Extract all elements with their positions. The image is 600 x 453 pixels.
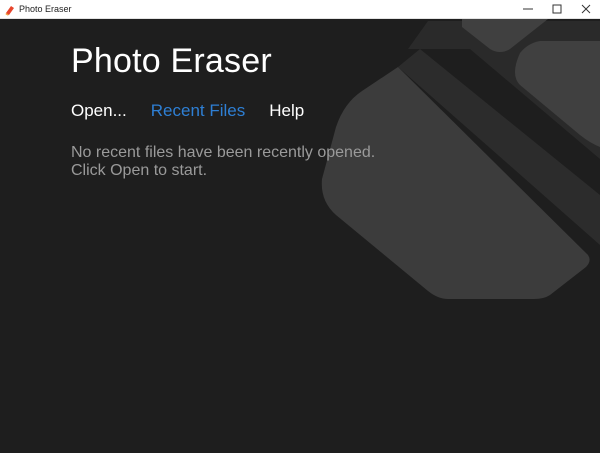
title-bar[interactable]: Photo Eraser [0, 0, 600, 19]
maximize-button[interactable] [543, 0, 571, 18]
menu-recent-files[interactable]: Recent Files [151, 100, 245, 122]
empty-message-line-2: Click Open to start. [71, 162, 208, 179]
decor-band-middle [398, 49, 600, 245]
decor-band-top [408, 21, 600, 159]
empty-message-line-1: No recent files have been recently opene… [71, 144, 376, 161]
window-title: Photo Eraser [19, 4, 72, 14]
empty-recent-message: No recent files have been recently opene… [71, 144, 375, 180]
decor-main-shape [321, 67, 590, 299]
main-menu: Open... Recent Files Help [71, 100, 304, 122]
app-title: Photo Eraser [71, 42, 272, 80]
close-button[interactable] [572, 0, 600, 18]
app-window: Photo Eraser Photo Eraser Open... Recent… [0, 0, 600, 453]
decor-tab-top [462, 19, 548, 52]
decor-block-right [515, 41, 600, 147]
minimize-button[interactable] [514, 0, 542, 18]
background-decoration [321, 19, 600, 299]
maximize-icon [552, 4, 562, 14]
close-icon [581, 4, 591, 14]
minimize-icon [523, 4, 533, 14]
photo-eraser-app-icon [4, 3, 16, 16]
menu-open[interactable]: Open... [71, 100, 127, 122]
menu-help[interactable]: Help [269, 100, 304, 122]
